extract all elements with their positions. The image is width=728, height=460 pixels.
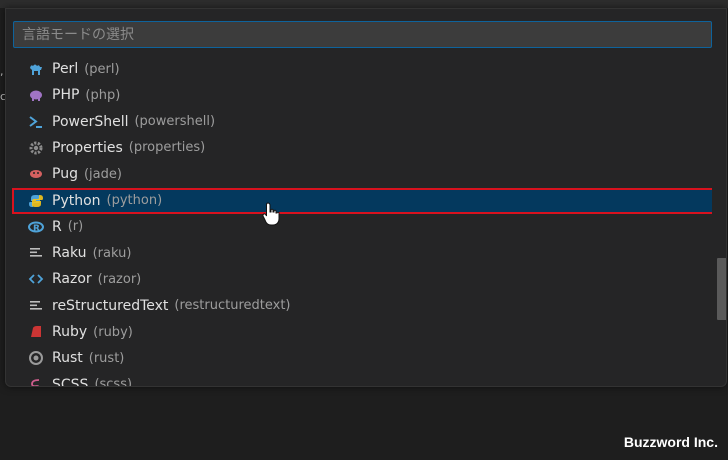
language-item-properties[interactable]: Properties (properties) <box>12 135 712 161</box>
language-id: (jade) <box>83 166 122 182</box>
language-item-rust[interactable]: Rust (rust) <box>12 345 712 371</box>
language-list: Perl (perl) PHP (php) PowerShell (powershell)… <box>6 56 712 386</box>
language-item-r[interactable]: R R (r) <box>12 214 712 240</box>
scrollbar-thumb[interactable] <box>717 258 726 320</box>
lines-icon <box>28 245 44 261</box>
language-label: Raku <box>52 245 87 262</box>
window-top-bar <box>0 0 728 8</box>
language-label: reStructuredText <box>52 297 169 314</box>
language-id: (restructuredtext) <box>174 298 291 314</box>
r-icon: R <box>28 219 44 235</box>
language-label: PowerShell <box>52 113 129 130</box>
edge-fragment: , <box>0 65 4 78</box>
language-label: Pug <box>52 166 78 183</box>
sass-icon <box>28 377 44 386</box>
rust-icon <box>28 350 44 366</box>
language-id: (razor) <box>97 271 142 287</box>
language-item-python[interactable]: Python (python) <box>12 187 712 214</box>
language-id: (properties) <box>128 140 206 156</box>
lines-icon <box>28 298 44 314</box>
language-label: SCSS <box>52 376 89 386</box>
language-item-perl[interactable]: Perl (perl) <box>12 56 712 82</box>
language-label: Razor <box>52 271 92 288</box>
watermark: Buzzword Inc. <box>623 434 718 450</box>
python-icon <box>28 193 44 209</box>
hand-pointer-icon <box>262 202 280 226</box>
language-mode-picker: Perl (perl)PHP (php) PowerShell (powershell)… <box>5 8 727 387</box>
language-id: (python) <box>106 193 163 208</box>
svg-text:R: R <box>33 224 40 234</box>
language-item-powershell[interactable]: PowerShell (powershell) <box>12 109 712 135</box>
language-label: R <box>52 218 62 235</box>
language-item-ruby[interactable]: Ruby (ruby) <box>12 319 712 345</box>
gear-icon <box>28 140 44 156</box>
pug-icon <box>28 166 44 182</box>
elephant-icon <box>28 87 44 103</box>
code-brackets-icon <box>28 271 44 287</box>
language-item-php[interactable]: PHP (php) <box>12 82 712 108</box>
language-item-razor[interactable]: Razor (razor) <box>12 266 712 292</box>
language-id: (scss) <box>94 377 133 386</box>
ruby-icon <box>28 324 44 340</box>
language-label: Perl <box>52 61 79 77</box>
search-input[interactable] <box>13 21 712 48</box>
language-id: (php) <box>85 87 121 103</box>
language-item-raku[interactable]: Raku (raku) <box>12 240 712 266</box>
language-item-scss[interactable]: SCSS (scss) <box>12 372 712 386</box>
language-id: (raku) <box>92 245 132 261</box>
language-id: (powershell) <box>134 114 216 130</box>
language-id: (ruby) <box>93 324 133 340</box>
language-label: Ruby <box>52 324 88 340</box>
language-label: Properties <box>52 139 123 156</box>
language-id: (r) <box>67 219 84 235</box>
camel-icon <box>28 61 44 77</box>
language-id: (perl) <box>84 61 120 77</box>
language-label: PHP <box>52 87 80 104</box>
language-label: Python <box>52 192 101 209</box>
language-id: (rust) <box>88 350 125 366</box>
language-item-restructuredtext[interactable]: reStructuredText (restructuredtext) <box>12 293 712 319</box>
terminal-icon <box>28 114 44 130</box>
language-label: Rust <box>52 350 83 367</box>
language-item-pug[interactable]: Pug (jade) <box>12 161 712 187</box>
